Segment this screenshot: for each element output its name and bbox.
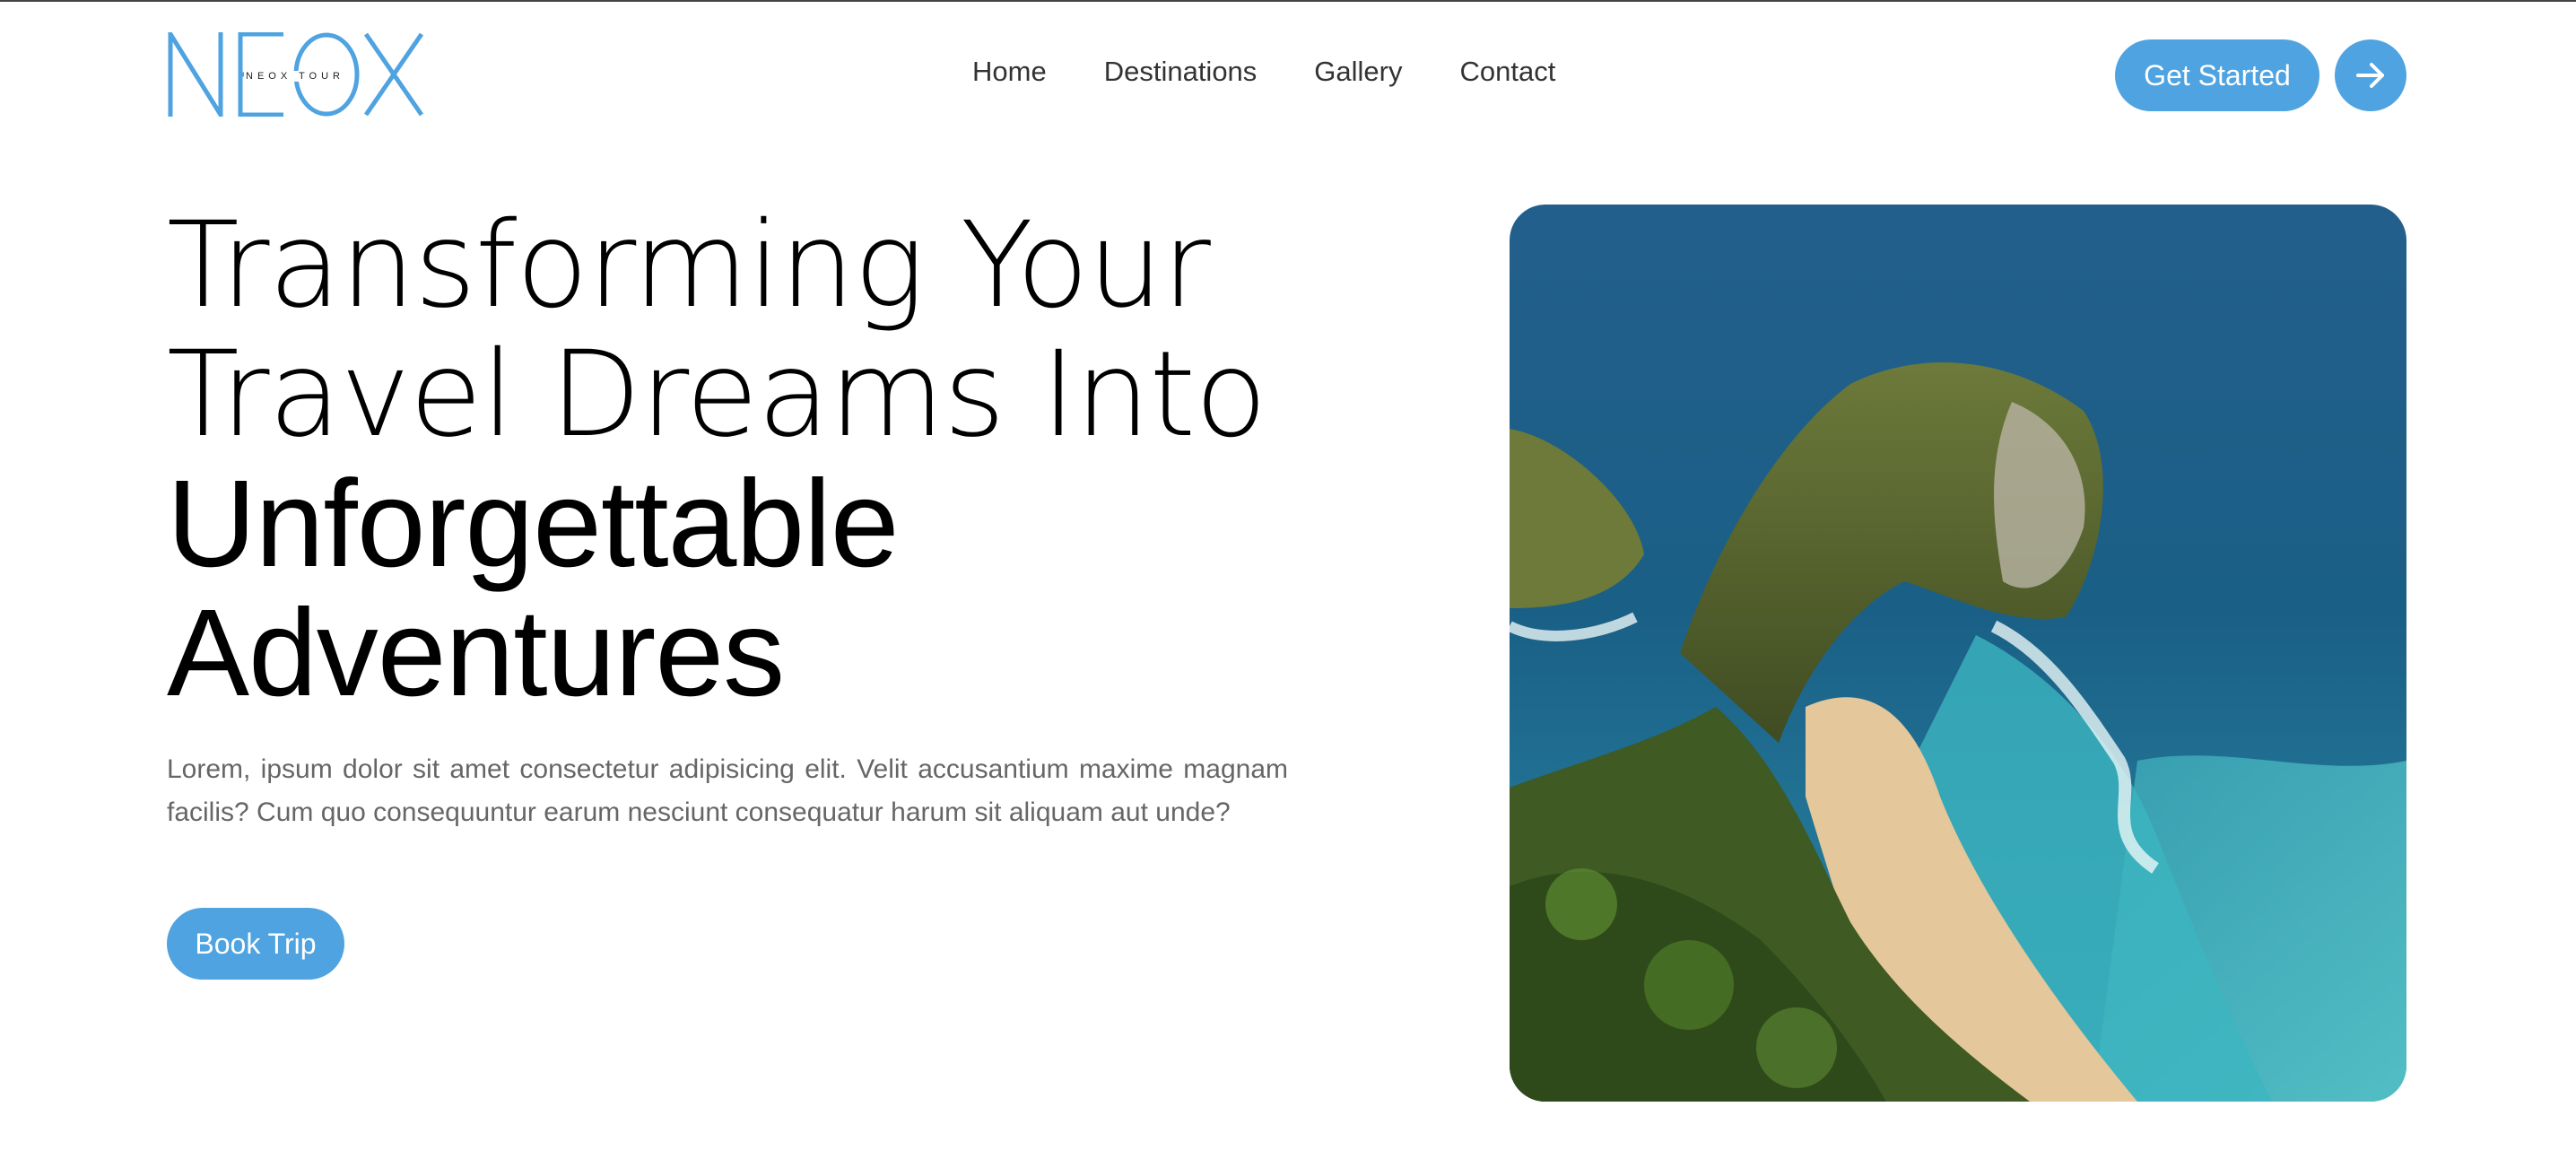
hero-description: Lorem, ipsum dolor sit amet consectetur … [167, 754, 1288, 827]
hero-title: Transforming Your Travel Dreams Into Unf… [167, 201, 1423, 718]
hero-title-line-3: Unforgettable [167, 455, 900, 593]
nav-item-contact[interactable]: Contact [1460, 56, 1556, 88]
nav-item-gallery[interactable]: Gallery [1314, 56, 1402, 88]
arrow-button[interactable] [2335, 39, 2406, 111]
book-trip-button[interactable]: Book Trip [167, 908, 344, 980]
coastal-cliff-photo [1510, 205, 2406, 1102]
nav-item-destinations[interactable]: Destinations [1104, 56, 1258, 88]
arrow-right-icon [2356, 63, 2384, 88]
hero-image [1510, 205, 2406, 1102]
site-logo[interactable]: NEOX TOUR [167, 32, 423, 117]
nav-item-home[interactable]: Home [972, 56, 1047, 88]
hero-title-line-1: Transforming Your [167, 196, 1211, 335]
hero-title-line-4: Adventures [167, 584, 785, 722]
logo-tagline: NEOX TOUR [244, 71, 346, 82]
hero-title-line-2: Travel Dreams Into [167, 326, 1267, 464]
get-started-button[interactable]: Get Started [2115, 39, 2319, 111]
main-nav: Home Destinations Gallery Contact [972, 56, 1555, 88]
